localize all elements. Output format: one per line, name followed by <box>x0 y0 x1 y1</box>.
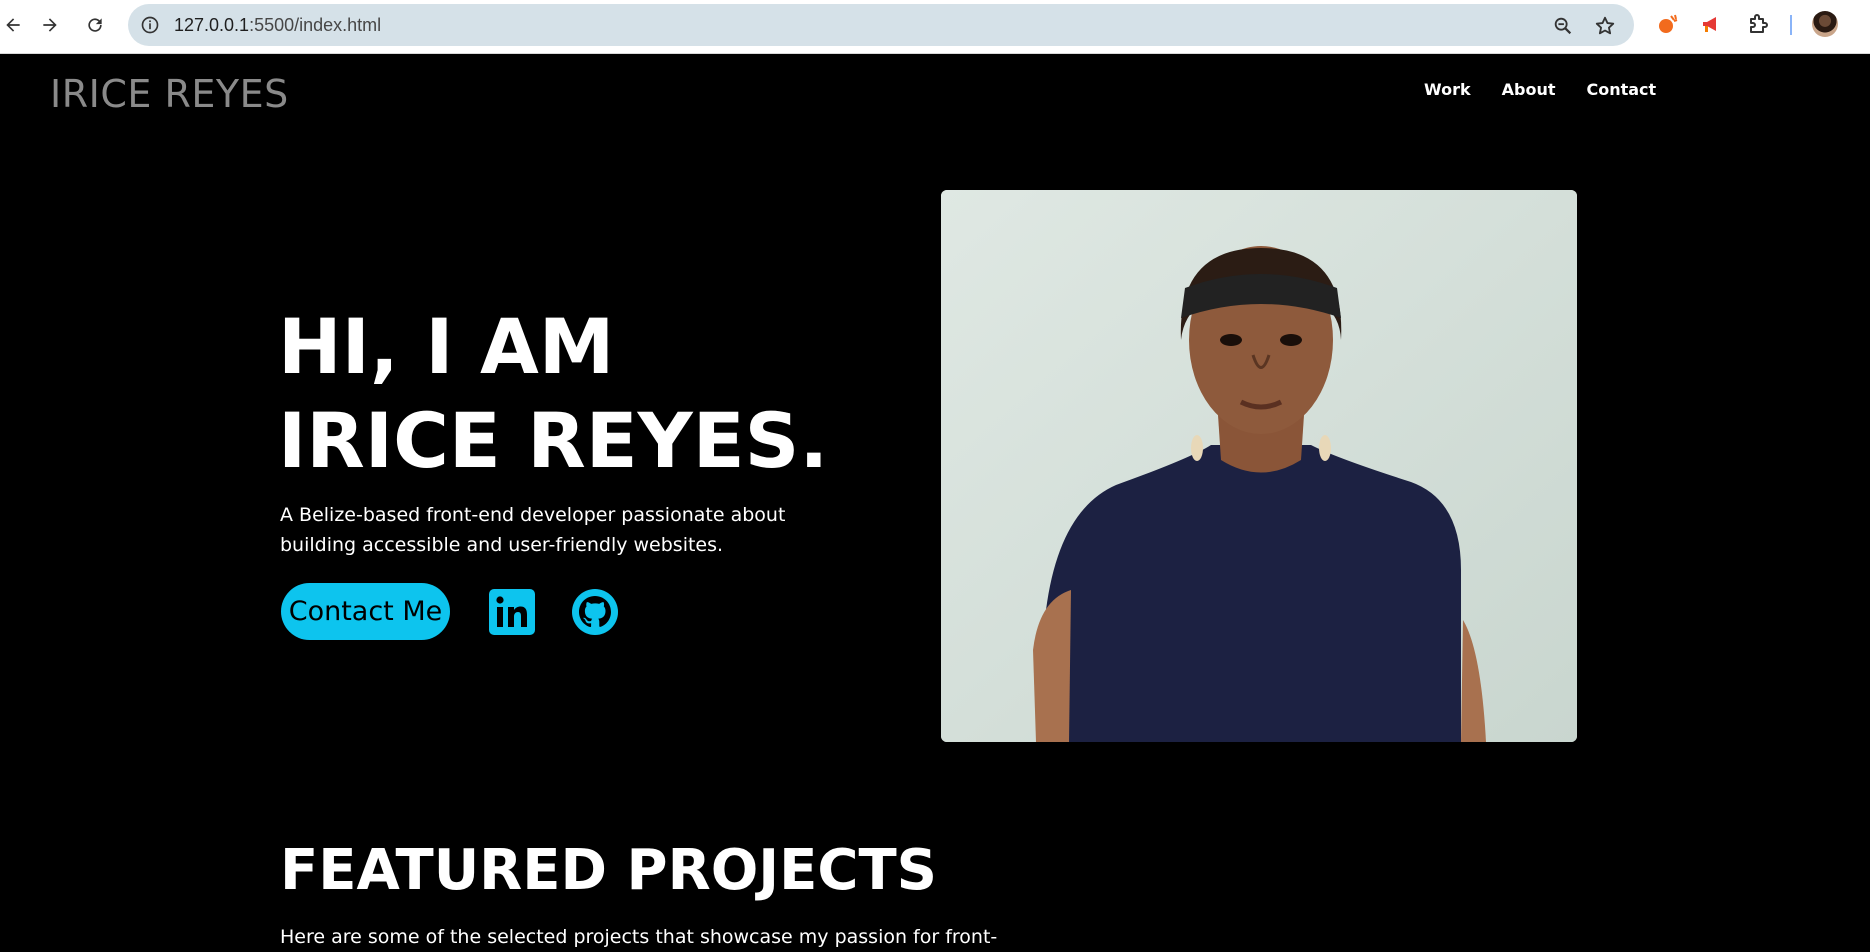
puzzle-icon[interactable] <box>1746 12 1770 36</box>
toolbar-divider <box>1790 15 1792 35</box>
hero-title-line1: HI, I AM <box>278 302 615 391</box>
zoom-icon[interactable] <box>1552 15 1574 37</box>
nav-contact[interactable]: Contact <box>1586 80 1656 99</box>
reload-icon[interactable] <box>82 12 108 38</box>
site-logo[interactable]: IRICE REYES <box>50 72 289 116</box>
hero-title-line2: IRICE REYES. <box>278 396 829 485</box>
browser-toolbar: 127.0.0.1:5500/index.html <box>0 0 1870 54</box>
url-host: 127.0.0.1 <box>174 15 250 35</box>
profile-photo <box>941 190 1577 742</box>
featured-projects-title: FEATURED PROJECTS <box>280 838 938 903</box>
megaphone-icon[interactable] <box>1700 12 1724 36</box>
url-text[interactable]: 127.0.0.1:5500/index.html <box>174 15 381 36</box>
back-icon[interactable] <box>0 12 26 38</box>
profile-avatar[interactable] <box>1812 11 1838 37</box>
hero-title: HI, I AM IRICE REYES. <box>278 300 828 488</box>
nav-about[interactable]: About <box>1502 80 1556 99</box>
site-nav: Work About Contact <box>1424 80 1656 99</box>
info-icon[interactable] <box>140 15 160 35</box>
contact-me-button[interactable]: Contact Me <box>281 583 450 640</box>
star-icon[interactable] <box>1594 15 1616 37</box>
nav-work[interactable]: Work <box>1424 80 1471 99</box>
address-bar[interactable]: 127.0.0.1:5500/index.html <box>128 4 1634 46</box>
featured-projects-description: Here are some of the selected projects t… <box>280 926 998 948</box>
hero-description: A Belize-based front-end developer passi… <box>280 504 786 556</box>
github-icon[interactable] <box>571 588 619 636</box>
extension-icon[interactable] <box>1656 12 1680 36</box>
forward-icon[interactable] <box>37 12 63 38</box>
url-path: :5500/index.html <box>249 15 382 35</box>
linkedin-icon[interactable] <box>488 588 536 636</box>
profile-photo-illustration <box>941 190 1577 742</box>
